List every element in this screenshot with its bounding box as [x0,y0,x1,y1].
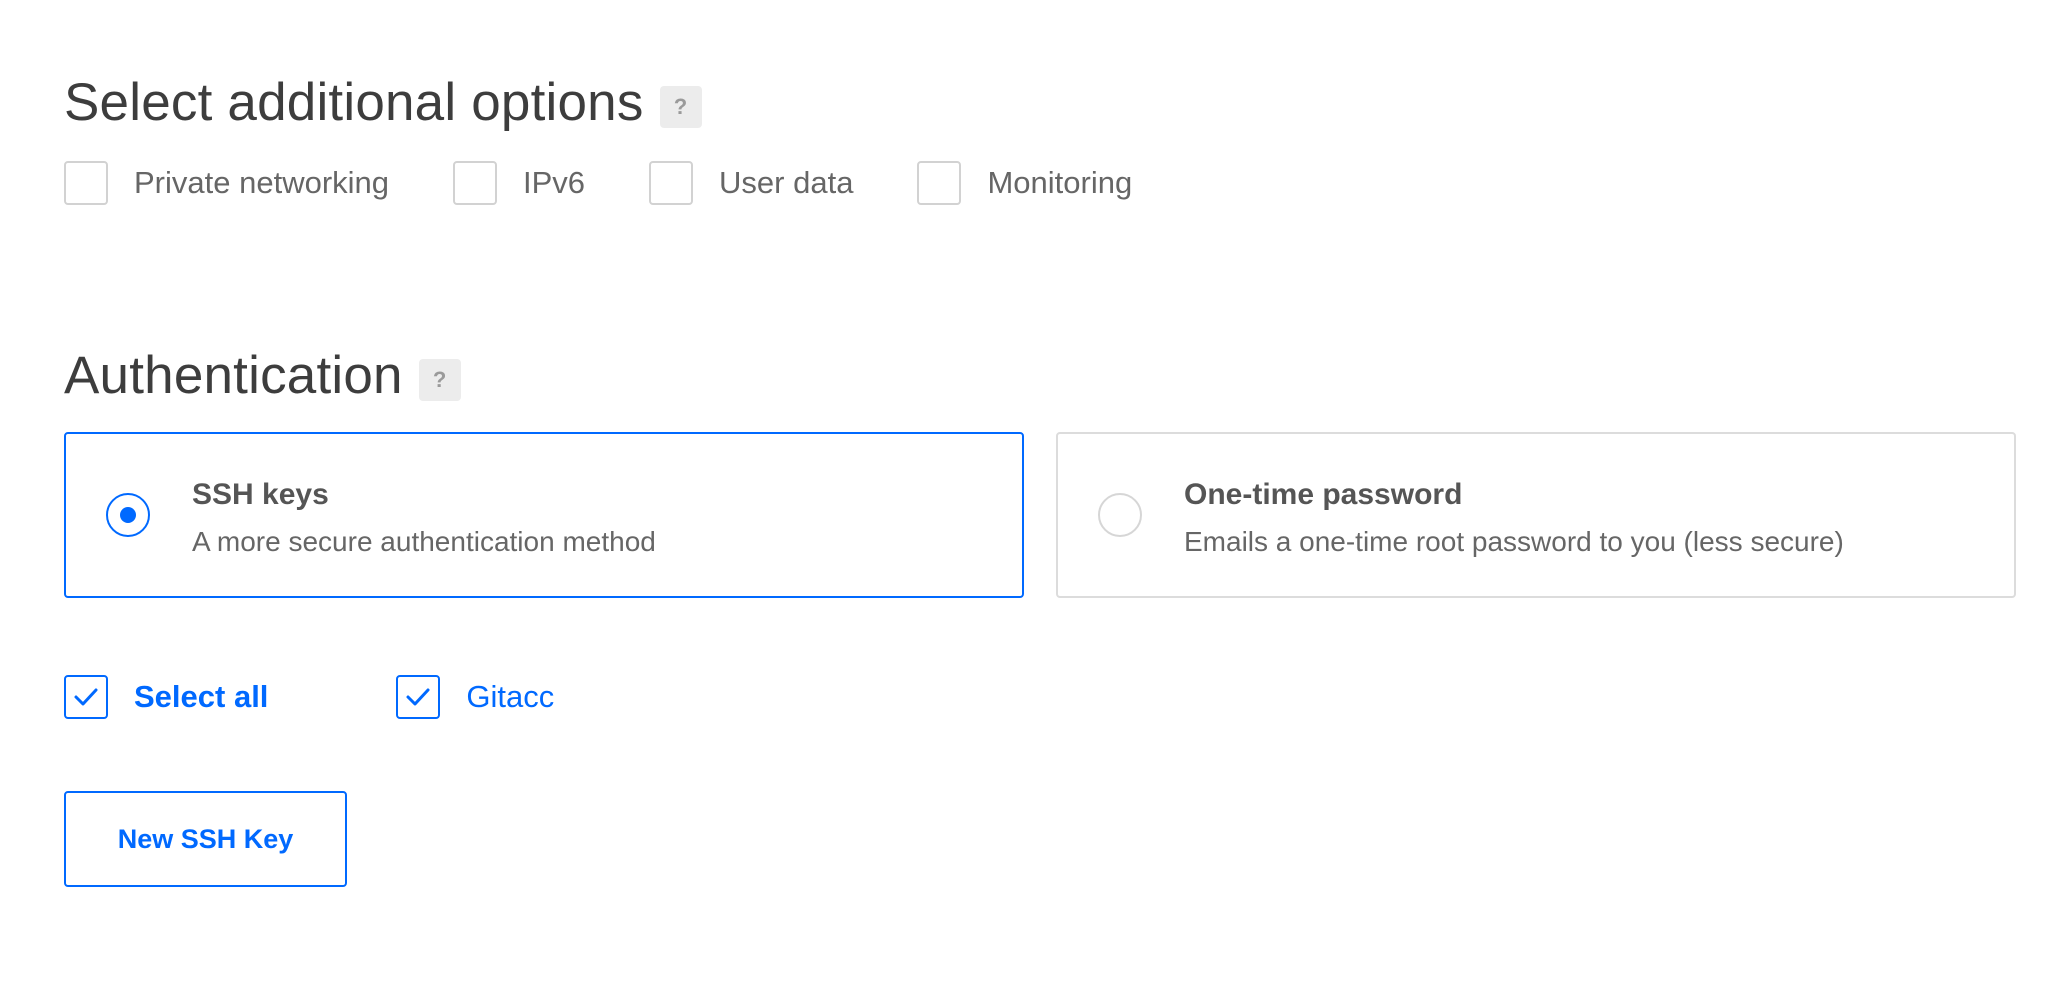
ssh-key-checkbox[interactable] [396,675,441,719]
option-ipv6[interactable]: IPv6 [453,161,585,205]
select-all-label: Select all [134,679,269,714]
authentication-title: Authentication ? [64,345,461,406]
select-all-checkbox[interactable] [64,675,108,719]
one-time-password-radio[interactable] [1098,493,1142,537]
checkmark-icon [406,688,430,706]
help-icon[interactable]: ? [659,85,702,128]
option-user-data[interactable]: User data [649,161,853,205]
auth-option-ssh-keys[interactable]: SSH keys A more secure authentication me… [64,432,1024,598]
monitoring-checkbox[interactable] [917,161,962,205]
option-label: User data [719,165,854,200]
ipv6-checkbox[interactable] [453,161,498,205]
new-ssh-key-button[interactable]: New SSH Key [64,791,347,887]
auth-option-description: Emails a one-time root password to you (… [1184,526,1844,557]
private-networking-checkbox[interactable] [64,161,108,205]
select-all-keys[interactable]: Select all [64,675,268,719]
auth-option-description: A more secure authentication method [192,526,656,557]
ssh-keys-list: Select all Gitacc [64,674,554,720]
additional-options-title: Select additional options ? [64,72,702,133]
auth-option-title: One-time password [1184,478,1463,511]
option-label: IPv6 [523,165,586,200]
ssh-key-label: Gitacc [466,679,555,714]
option-label: Monitoring [987,165,1133,200]
help-icon[interactable]: ? [418,358,461,401]
ssh-keys-radio[interactable] [106,493,150,537]
user-data-checkbox[interactable] [649,161,694,205]
authentication-heading: Authentication [64,346,403,405]
additional-options-list: Private networking IPv6 User data Monito… [64,160,1132,206]
option-monitoring[interactable]: Monitoring [917,161,1132,205]
option-private-networking[interactable]: Private networking [64,161,389,205]
checkmark-icon [74,688,98,706]
ssh-key-item[interactable]: Gitacc [396,675,554,719]
option-label: Private networking [134,165,390,200]
auth-option-one-time-password[interactable]: One-time password Emails a one-time root… [1056,432,2016,598]
auth-option-title: SSH keys [192,478,329,511]
additional-options-heading: Select additional options [64,73,644,132]
